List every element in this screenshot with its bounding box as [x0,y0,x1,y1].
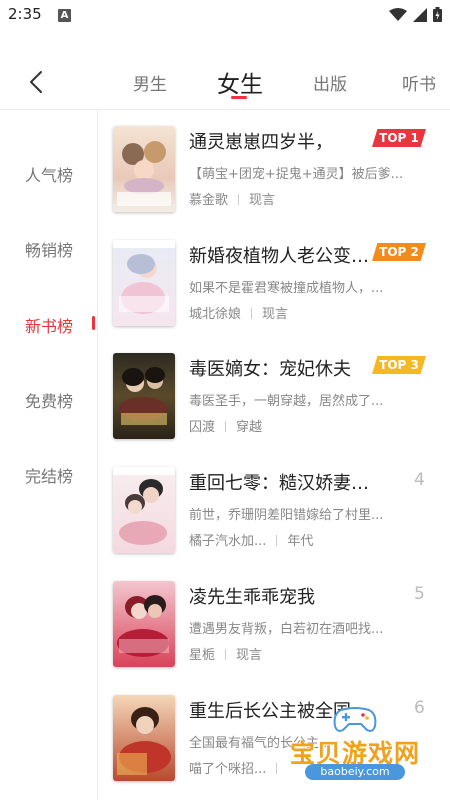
book-genre: 穿越 [236,420,263,435]
side-item-bestseller[interactable]: 畅销榜 [0,237,98,261]
book-cover[interactable] [113,467,175,553]
book-meta: 城北徐娘 现言 [189,303,288,322]
meta-divider [276,535,278,546]
book-cover[interactable] [113,240,175,326]
book-meta: 橘子汽水加... 年代 [189,530,313,549]
book-cover[interactable] [113,126,175,212]
book-cover[interactable] [113,353,175,439]
back-button[interactable] [24,68,48,96]
book-description: 如果不是霍君寒被撞成植物人，... [189,281,384,296]
book-meta: 慕金歌 现言 [189,189,275,208]
chevron-left-icon [30,71,42,93]
tab-girls[interactable]: 女生 [217,65,263,99]
meta-divider [225,649,227,660]
battery-icon [433,7,442,22]
book-author: 星栀 [189,648,216,663]
rank-number: 5 [414,584,425,604]
watermark-url: baobeiy.com [305,764,405,780]
watermark-logo: 宝贝游戏网 baobeiy.com [270,704,440,790]
book-title: 凌先生乖乖宠我 [189,587,315,608]
book-author: 囚渡 [189,420,216,435]
book-title: 通灵崽崽四岁半， [189,132,333,153]
ranking-side-nav: 人气榜 畅销榜 新书榜 免费榜 完结榜 [0,110,98,800]
book-genre: 现言 [262,307,289,322]
rank-badge-top1: TOP 1 [372,129,426,147]
side-item-completed[interactable]: 完结榜 [0,463,98,487]
gamepad-icon [333,707,377,732]
book-author: 喵了个咪招... [189,762,267,777]
book-cover[interactable] [113,581,175,667]
active-tab-indicator [231,96,247,99]
book-description: 遭遇男友背叛，白若初在酒吧找... [189,622,384,637]
rank-badge-top2: TOP 2 [372,243,426,261]
side-item-popular[interactable]: 人气榜 [0,162,98,186]
meta-divider [225,421,227,432]
book-title: 新婚夜植物人老公变傻了 [189,246,375,267]
side-active-indicator [92,316,95,330]
wifi-icon [389,7,407,21]
book-description: 【萌宝+团宠+捉鬼+通灵】被后爹... [189,167,404,182]
book-title: 毒医嫡女：宠妃休夫 [189,359,351,380]
signal-icon [413,7,427,22]
book-item[interactable]: 新婚夜植物人老公变傻了 TOP 2 如果不是霍君寒被撞成植物人，... 城北徐娘… [110,240,440,340]
book-genre: 年代 [287,534,314,549]
top-tab-bar: 男生 女生 出版 听书 [0,56,450,108]
book-description: 前世，乔珊阴差阳错嫁给了村里... [189,508,384,523]
book-item[interactable]: 通灵崽崽四岁半， TOP 1 【萌宝+团宠+捉鬼+通灵】被后爹... 慕金歌 现言 [110,126,440,226]
tab-publish[interactable]: 出版 [313,70,347,95]
tab-audiobook[interactable]: 听书 [402,70,436,95]
book-title: 重回七零：糙汉娇妻软又甜 [189,473,375,494]
side-item-free[interactable]: 免费榜 [0,388,98,412]
book-description: 毒医圣手，一朝穿越，居然成了... [189,394,384,409]
tab-boys[interactable]: 男生 [133,70,167,95]
book-meta: 囚渡 穿越 [189,416,262,435]
notification-icon: A [58,9,71,22]
book-item[interactable]: 毒医嫡女：宠妃休夫 TOP 3 毒医圣手，一朝穿越，居然成了... 囚渡 穿越 [110,353,440,453]
meta-divider [238,194,240,205]
meta-divider [251,308,253,319]
status-bar: 2:35 A [0,0,450,32]
side-item-new-books[interactable]: 新书榜 [0,313,98,337]
book-item[interactable]: 凌先生乖乖宠我 5 遭遇男友背叛，白若初在酒吧找... 星栀 现言 [110,581,440,681]
book-genre: 现言 [236,648,263,663]
book-item[interactable]: 重回七零：糙汉娇妻软又甜 4 前世，乔珊阴差阳错嫁给了村里... 橘子汽水加..… [110,467,440,567]
status-time: 2:35 [8,5,42,23]
book-author: 橘子汽水加... [189,534,267,549]
book-author: 慕金歌 [189,193,229,208]
rank-number: 4 [414,470,425,490]
book-author: 城北徐娘 [189,307,242,322]
status-icons [389,7,442,22]
book-genre: 现言 [249,193,276,208]
rank-badge-top3: TOP 3 [372,356,426,374]
book-meta: 星栀 现言 [189,644,262,663]
book-cover[interactable] [113,695,175,781]
